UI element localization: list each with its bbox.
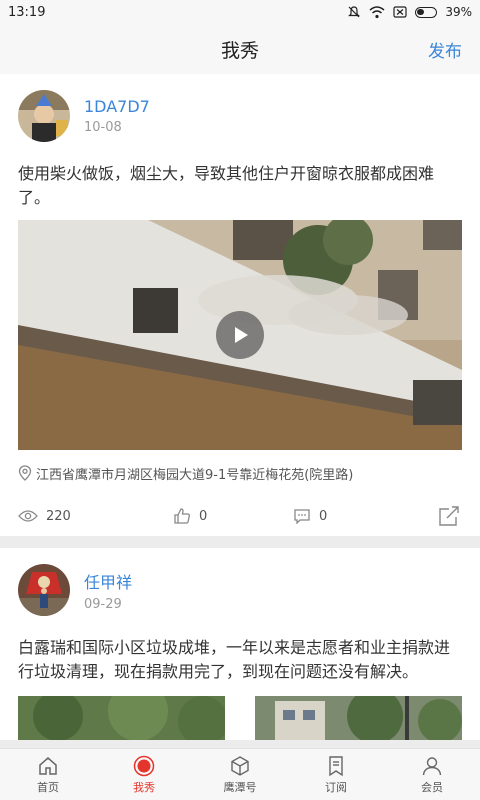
video-thumbnail[interactable] [18, 220, 462, 450]
thumbs-up-icon [174, 508, 190, 524]
bookmark-icon [329, 755, 343, 776]
location-pin-icon [18, 465, 32, 481]
user-name[interactable]: 任甲祥 [84, 569, 132, 593]
user-icon [422, 756, 442, 775]
sim-off-icon [393, 6, 407, 18]
play-button[interactable] [216, 311, 264, 359]
like-button[interactable]: 0 [173, 507, 293, 525]
battery-icon [415, 6, 438, 18]
share-button[interactable] [438, 506, 462, 526]
post-image[interactable] [255, 696, 462, 740]
play-icon [235, 327, 248, 343]
tab-label: 会员 [421, 780, 443, 794]
tab-yingtanhao[interactable]: 鹰潭号 [192, 749, 288, 800]
silent-icon [348, 6, 361, 18]
tab-subscribe[interactable]: 订阅 [288, 749, 384, 800]
post-images [18, 696, 462, 740]
cube-icon [231, 755, 249, 776]
tab-label: 订阅 [325, 780, 347, 794]
location-text: 江西省鹰潭市月湖区梅园大道9-1号靠近梅花苑(院里路) [36, 467, 354, 483]
post-date: 09-29 [84, 596, 122, 612]
post-text: 使用柴火做饭，烟尘大，导致其他住户开窗晾衣服都成困难了。 [18, 164, 435, 207]
battery-level: 39% [445, 5, 472, 19]
tab-member[interactable]: 会员 [384, 749, 480, 800]
comment-icon [294, 509, 310, 524]
eye-icon [18, 510, 38, 522]
publish-button[interactable]: 发布 [428, 37, 462, 62]
views-count: 220 [18, 509, 173, 524]
home-icon [39, 756, 57, 775]
comments-value: 0 [319, 508, 328, 524]
user-info: 1DA7D7 10-08 [84, 97, 150, 135]
views-value: 220 [46, 508, 71, 524]
avatar[interactable] [18, 564, 70, 616]
post-actions: 220 0 0 [18, 496, 462, 536]
tab-label: 鹰潭号 [223, 780, 257, 794]
post-location: 江西省鹰潭市月湖区梅园大道9-1号靠近梅花苑(院里路) [18, 450, 462, 496]
status-icons: 39% [347, 5, 472, 19]
page-title: 我秀 [220, 39, 259, 62]
tab-bar: 首页 我秀 鹰潭号 订阅 会员 [0, 748, 480, 800]
comment-button[interactable]: 0 [293, 508, 438, 524]
nav-bar: 我秀 发布 [0, 24, 480, 74]
post-image[interactable] [18, 696, 225, 740]
avatar[interactable] [18, 90, 70, 142]
feed[interactable]: 1DA7D7 10-08 使用柴火做饭，烟尘大，导致其他住户开窗晾衣服都成困难了… [0, 74, 480, 748]
status-bar: 13:19 39% [0, 0, 480, 24]
likes-value: 0 [199, 508, 208, 524]
post-card[interactable]: 任甲祥 09-29 白露瑞和国际小区垃圾成堆，一年以来是志愿者和业主捐款进行垃圾… [0, 548, 480, 740]
tab-label: 首页 [37, 780, 59, 794]
record-icon [133, 755, 155, 776]
status-time: 13:19 [8, 4, 46, 20]
user-name[interactable]: 1DA7D7 [84, 97, 150, 116]
user-info: 任甲祥 09-29 [84, 569, 132, 612]
post-header: 1DA7D7 10-08 [18, 74, 462, 158]
tab-home[interactable]: 首页 [0, 749, 96, 800]
share-icon [439, 506, 459, 526]
post-card[interactable]: 1DA7D7 10-08 使用柴火做饭，烟尘大，导致其他住户开窗晾衣服都成困难了… [0, 74, 480, 536]
post-date: 10-08 [84, 120, 122, 135]
post-text: 白露瑞和国际小区垃圾成堆，一年以来是志愿者和业主捐款进行垃圾清理，现在捐款用完了… [18, 638, 451, 681]
tab-woxiu[interactable]: 我秀 [96, 749, 192, 800]
tab-label: 我秀 [133, 780, 155, 794]
post-header: 任甲祥 09-29 [18, 548, 462, 632]
wifi-icon [369, 5, 385, 18]
